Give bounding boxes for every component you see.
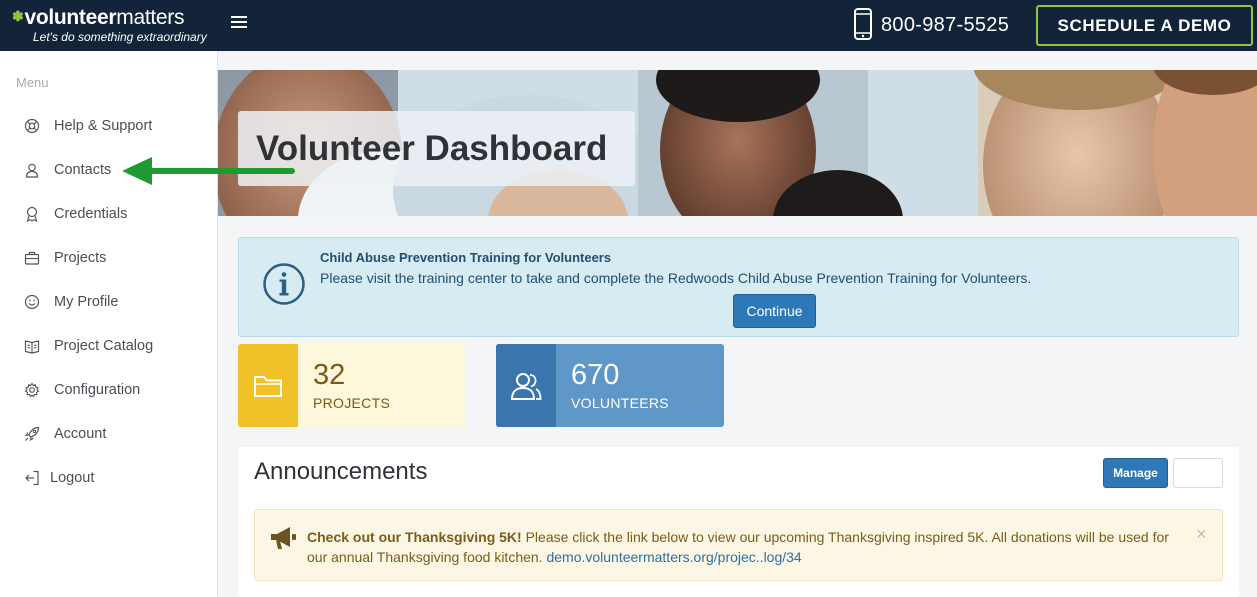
logo-tagline: Let's do something extraordinary [33, 30, 207, 44]
announcement-text: Check out our Thanksgiving 5K! Please cl… [307, 527, 1187, 567]
volunteers-label: VOLUNTEERS [571, 395, 669, 411]
logo-bold-text: volunteer [24, 6, 117, 29]
megaphone-icon [271, 527, 296, 549]
projects-count: 32 [313, 359, 346, 391]
annotation-arrow-icon [122, 157, 295, 185]
projects-stat-icon-block [238, 344, 298, 427]
hamburger-menu-icon[interactable] [231, 16, 247, 30]
continue-button[interactable]: Continue [733, 294, 816, 328]
info-icon [263, 263, 305, 305]
sidebar-item-label: Contacts [54, 162, 112, 178]
page-title: Volunteer Dashboard [256, 129, 608, 168]
collapse-button[interactable] [1173, 458, 1223, 488]
menu-heading: Menu [16, 75, 49, 90]
projects-label: PROJECTS [313, 395, 391, 411]
sidebar-item-label: My Profile [54, 294, 119, 310]
gear-icon [24, 382, 40, 398]
sidebar-item-configuration[interactable]: Configuration [0, 370, 217, 410]
users-icon [510, 372, 542, 400]
contacts-icon [25, 163, 39, 178]
credentials-icon [26, 206, 38, 222]
close-icon[interactable]: × [1196, 524, 1207, 545]
announcement-link[interactable]: demo.volunteermatters.org/projec..log/34 [546, 549, 801, 565]
smiley-icon [24, 294, 40, 310]
phone-icon [854, 8, 872, 40]
sidebar-item-label: Configuration [54, 382, 141, 398]
logo[interactable]: ✽volunteermatters Let's do something ext… [12, 7, 207, 45]
logout-icon [25, 470, 39, 486]
sidebar-item-help-support[interactable]: Help & Support [0, 106, 217, 146]
sidebar-item-logout[interactable]: Logout [0, 458, 217, 498]
volunteers-stat-icon-block [496, 344, 556, 427]
volunteers-count: 670 [571, 359, 620, 391]
folder-icon [254, 375, 282, 397]
sidebar-item-label: Help & Support [54, 118, 153, 134]
schedule-demo-button[interactable]: SCHEDULE A DEMO [1036, 5, 1253, 46]
sidebar-item-my-profile[interactable]: My Profile [0, 282, 217, 322]
paw-icon: ✽ [12, 8, 24, 24]
announcement-headline: Check out our Thanksgiving 5K! [307, 529, 522, 545]
projects-stat-card[interactable]: 32 PROJECTS [238, 344, 466, 427]
phone-number[interactable]: 800-987-5525 [881, 14, 1009, 37]
sidebar-item-credentials[interactable]: Credentials [0, 194, 217, 234]
sidebar-item-label: Projects [54, 250, 107, 266]
volunteers-stat-card[interactable]: 670 VOLUNTEERS [496, 344, 724, 427]
sidebar: Menu Help & Support Contacts Credentials… [0, 51, 218, 597]
sidebar-item-label: Project Catalog [54, 338, 154, 354]
announcements-title: Announcements [254, 458, 428, 485]
catalog-book-icon [24, 340, 40, 354]
sidebar-item-label: Account [54, 426, 107, 442]
briefcase-icon [24, 251, 40, 265]
logo-wordmark: ✽volunteermatters [12, 7, 207, 30]
sidebar-item-projects[interactable]: Projects [0, 238, 217, 278]
sidebar-item-account[interactable]: Account [0, 414, 217, 454]
sidebar-item-project-catalog[interactable]: Project Catalog [0, 326, 217, 366]
life-ring-icon [24, 118, 40, 134]
manage-button[interactable]: Manage [1103, 458, 1168, 488]
alert-text: Please visit the training center to take… [320, 270, 1032, 286]
sidebar-item-label: Credentials [54, 206, 128, 222]
logo-light-text: matters [116, 6, 185, 29]
sidebar-item-label: Logout [50, 470, 95, 486]
alert-title: Child Abuse Prevention Training for Volu… [320, 250, 612, 265]
rocket-icon [24, 426, 40, 442]
